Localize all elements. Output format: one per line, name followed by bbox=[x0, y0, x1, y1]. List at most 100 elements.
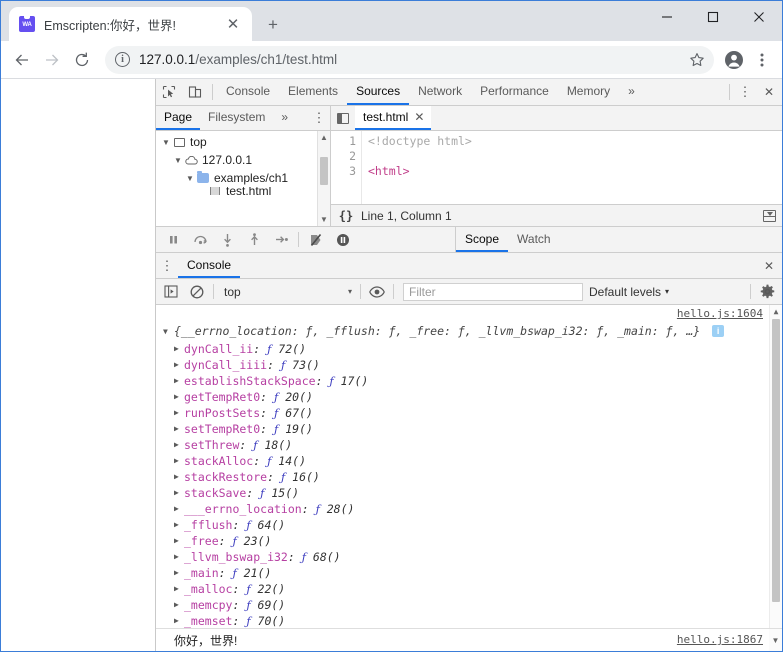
expand-triangle-icon[interactable]: ▶ bbox=[174, 357, 179, 373]
expand-triangle-icon[interactable]: ▼ bbox=[172, 156, 184, 165]
expand-triangle-icon[interactable]: ▶ bbox=[174, 421, 179, 437]
scroll-up-icon[interactable]: ▲ bbox=[318, 131, 330, 144]
expand-triangle-icon[interactable]: ▶ bbox=[174, 389, 179, 405]
navigator-tab-page[interactable]: Page bbox=[156, 106, 201, 130]
object-property-row[interactable]: ▶ stackRestore: ƒ 16() bbox=[156, 469, 769, 485]
console-sidebar-icon[interactable] bbox=[158, 280, 184, 304]
expand-triangle-icon[interactable]: ▶ bbox=[174, 437, 179, 453]
expand-triangle-icon[interactable]: ▶ bbox=[174, 565, 179, 581]
step-icon[interactable] bbox=[268, 226, 295, 253]
drawer-close-icon[interactable]: ✕ bbox=[756, 253, 782, 278]
expand-triangle-icon[interactable]: ▼ bbox=[160, 138, 172, 147]
forward-arrow-icon[interactable] bbox=[37, 45, 67, 75]
object-property-row[interactable]: ▶ getTempRet0: ƒ 20() bbox=[156, 389, 769, 405]
navigator-more-tabs-icon[interactable]: » bbox=[273, 106, 296, 130]
info-icon[interactable]: i bbox=[115, 52, 130, 67]
clear-console-icon[interactable] bbox=[184, 280, 210, 304]
live-expression-icon[interactable] bbox=[364, 280, 390, 304]
address-bar[interactable]: i 127.0.0.1/examples/ch1/test.html bbox=[105, 45, 714, 74]
object-property-row[interactable]: ▶ _malloc: ƒ 22() bbox=[156, 581, 769, 597]
object-property-row[interactable]: ▶ setTempRet0: ƒ 19() bbox=[156, 421, 769, 437]
console-levels-selector[interactable]: Default levels ▾ bbox=[589, 285, 669, 299]
expand-triangle-icon[interactable]: ▶ bbox=[174, 469, 179, 485]
devtools-close-icon[interactable]: ✕ bbox=[756, 79, 782, 105]
toggle-device-toolbar-icon[interactable] bbox=[182, 79, 208, 105]
chrome-menu-icon[interactable] bbox=[748, 46, 776, 74]
navigator-menu-icon[interactable]: ⋮ bbox=[308, 106, 330, 130]
more-tabs-icon[interactable]: » bbox=[619, 79, 644, 105]
collapse-triangle-icon[interactable]: ▼ bbox=[163, 322, 168, 341]
drawer-menu-icon[interactable]: ⋮ bbox=[156, 253, 178, 278]
object-property-row[interactable]: ▶ _llvm_bswap_i32: ƒ 68() bbox=[156, 549, 769, 565]
console-filter-input[interactable]: Filter bbox=[403, 282, 583, 301]
avatar[interactable] bbox=[720, 46, 748, 74]
editor-tab-test-html[interactable]: test.html ✕ bbox=[355, 106, 432, 130]
expand-triangle-icon[interactable]: ▶ bbox=[174, 597, 179, 613]
expand-triangle-icon[interactable]: ▶ bbox=[174, 485, 179, 501]
object-property-row[interactable]: ▶ setThrew: ƒ 18() bbox=[156, 437, 769, 453]
devtools-tab-sources[interactable]: Sources bbox=[347, 79, 410, 105]
object-property-row[interactable]: ▶ _free: ƒ 23() bbox=[156, 533, 769, 549]
object-property-row[interactable]: ▶ _memcpy: ƒ 69() bbox=[156, 597, 769, 613]
gear-icon[interactable] bbox=[754, 280, 780, 304]
new-tab-button[interactable]: + bbox=[262, 13, 284, 35]
pretty-print-icon[interactable]: {} bbox=[331, 209, 361, 223]
expand-triangle-icon[interactable]: ▶ bbox=[174, 501, 179, 517]
minimize-icon[interactable] bbox=[644, 1, 690, 33]
pause-script-icon[interactable] bbox=[160, 226, 187, 253]
devtools-settings-menu-icon[interactable]: ⋮ bbox=[734, 79, 756, 105]
star-icon[interactable] bbox=[684, 47, 710, 73]
scrollbar-thumb[interactable] bbox=[320, 157, 328, 185]
reload-icon[interactable] bbox=[67, 45, 97, 75]
scroll-down-icon[interactable]: ▼ bbox=[318, 213, 330, 226]
tab-close-icon[interactable]: ✕ bbox=[222, 13, 244, 35]
devtools-tab-network[interactable]: Network bbox=[409, 79, 471, 105]
source-link[interactable]: hello.js:1604 bbox=[677, 307, 763, 320]
object-property-row[interactable]: ▶ dynCall_ii: ƒ 72() bbox=[156, 341, 769, 357]
devtools-tab-elements[interactable]: Elements bbox=[279, 79, 347, 105]
page-viewport[interactable] bbox=[1, 79, 156, 651]
tree-item-file[interactable]: test.html bbox=[156, 187, 330, 195]
console-output[interactable]: hello.js:1604 ▼ {__errno_location: ƒ, _f… bbox=[156, 305, 782, 628]
pause-on-exceptions-icon[interactable] bbox=[329, 226, 356, 253]
scroll-down-icon[interactable]: ▼ bbox=[769, 629, 782, 651]
console-scrollbar[interactable]: ▲ bbox=[769, 305, 782, 628]
console-context-selector[interactable]: top ▾ bbox=[217, 285, 357, 299]
object-property-row[interactable]: ▶ _memset: ƒ 70() bbox=[156, 613, 769, 628]
expand-triangle-icon[interactable]: ▶ bbox=[174, 405, 179, 421]
expand-triangle-icon[interactable]: ▶ bbox=[174, 453, 179, 469]
back-arrow-icon[interactable] bbox=[7, 45, 37, 75]
navigator-tab-filesystem[interactable]: Filesystem bbox=[200, 106, 273, 130]
inspect-element-icon[interactable] bbox=[156, 79, 182, 105]
expand-triangle-icon[interactable]: ▶ bbox=[174, 581, 179, 597]
object-property-row[interactable]: ▶ stackSave: ƒ 15() bbox=[156, 485, 769, 501]
editor-tab-close-icon[interactable]: ✕ bbox=[414, 110, 424, 124]
devtools-tab-performance[interactable]: Performance bbox=[471, 79, 558, 105]
expand-triangle-icon[interactable]: ▶ bbox=[174, 517, 179, 533]
object-property-row[interactable]: ▶ establishStackSpace: ƒ 17() bbox=[156, 373, 769, 389]
code-editor[interactable]: 1 2 3 <!doctype html> <html> bbox=[331, 131, 782, 204]
object-property-row[interactable]: ▶ _fflush: ƒ 64() bbox=[156, 517, 769, 533]
object-property-row[interactable]: ▶ dynCall_iiii: ƒ 73() bbox=[156, 357, 769, 373]
step-out-icon[interactable] bbox=[241, 226, 268, 253]
debugger-tab-scope[interactable]: Scope bbox=[456, 227, 509, 252]
step-into-icon[interactable] bbox=[214, 226, 241, 253]
step-over-icon[interactable] bbox=[187, 226, 214, 253]
expand-triangle-icon[interactable]: ▼ bbox=[184, 174, 196, 183]
close-icon[interactable] bbox=[736, 1, 782, 33]
expand-triangle-icon[interactable]: ▶ bbox=[174, 341, 179, 357]
tree-item-host[interactable]: ▼ 127.0.0.1 bbox=[156, 151, 330, 169]
drawer-tab-console[interactable]: Console bbox=[178, 253, 241, 278]
scrollbar-thumb[interactable] bbox=[772, 319, 780, 602]
deactivate-breakpoints-icon[interactable] bbox=[302, 226, 329, 253]
tree-item-top[interactable]: ▼ top bbox=[156, 133, 330, 151]
expand-triangle-icon[interactable]: ▶ bbox=[174, 373, 179, 389]
console-object-header[interactable]: ▼ {__errno_location: ƒ, _fflush: ƒ, _fre… bbox=[156, 322, 769, 341]
expand-triangle-icon[interactable]: ▶ bbox=[174, 613, 179, 628]
scroll-up-icon[interactable]: ▲ bbox=[770, 305, 782, 318]
devtools-tab-console[interactable]: Console bbox=[217, 79, 279, 105]
expand-triangle-icon[interactable]: ▶ bbox=[174, 549, 179, 565]
show-navigator-icon[interactable] bbox=[331, 106, 355, 130]
devtools-tab-memory[interactable]: Memory bbox=[558, 79, 619, 105]
object-property-row[interactable]: ▶ runPostSets: ƒ 67() bbox=[156, 405, 769, 421]
